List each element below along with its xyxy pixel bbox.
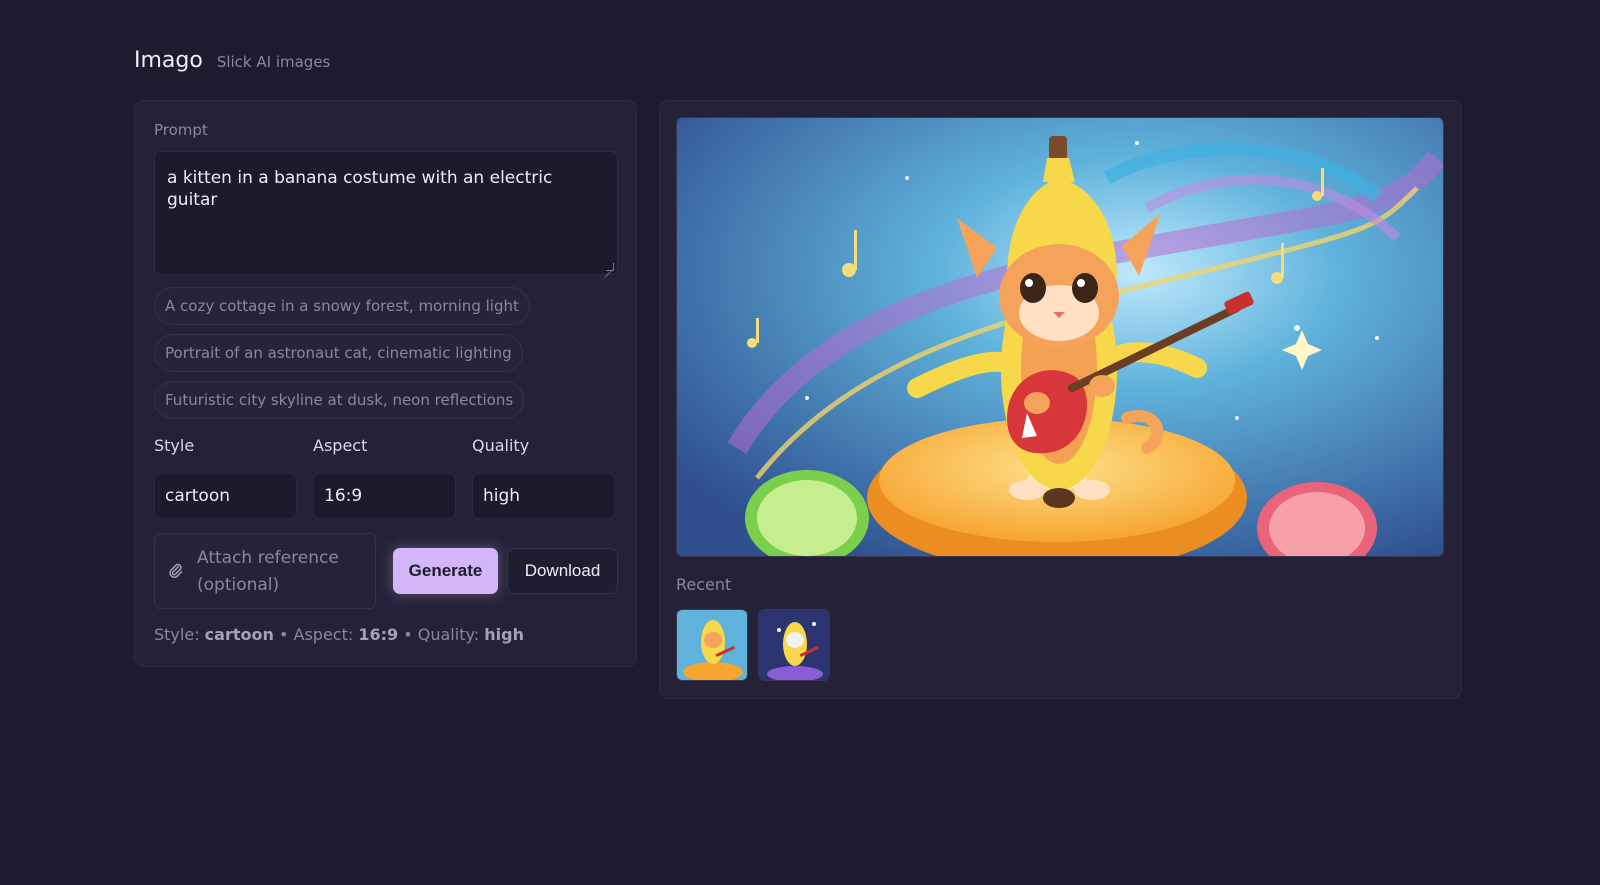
summary-style-value: cartoon [204,625,274,644]
app-subtitle: Slick AI images [216,53,331,71]
summary-style-key: Style: [154,625,200,644]
generate-button[interactable]: Generate [393,548,498,594]
prompt-label: Prompt [154,121,208,139]
aspect-label: Aspect [313,436,368,455]
summary-separator: • [278,625,289,644]
summary-separator: • [403,625,413,644]
aspect-select[interactable]: 16:9 [313,473,456,519]
paperclip-icon [169,563,183,578]
attach-reference-label: Attach reference (optional) [197,548,339,595]
recent-thumbnail[interactable] [676,609,748,681]
style-label: Style [154,436,195,455]
preview-panel: Recent [659,100,1462,699]
style-select[interactable]: cartoon [154,473,297,519]
recent-label: Recent [676,575,732,594]
suggestion-chip[interactable]: A cozy cottage in a snowy forest, mornin… [154,287,530,325]
quality-label: Quality [472,436,530,455]
settings-summary: Style: cartoon • Aspect: 16:9 • Quality:… [154,625,524,644]
summary-quality-key: Quality: [417,625,480,644]
prompt-textarea[interactable]: a kitten in a banana costume with an ele… [154,151,618,275]
recent-thumbnail[interactable] [758,609,830,681]
suggestion-chip[interactable]: Portrait of an astronaut cat, cinematic … [154,334,523,372]
summary-quality-value: high [484,625,524,644]
download-button[interactable]: Download [507,548,618,594]
summary-aspect-key: Aspect: [293,625,354,644]
prompt-text: a kitten in a banana costume with an ele… [167,168,553,211]
generated-image[interactable] [676,117,1444,557]
summary-aspect-value: 16:9 [358,625,399,644]
app-title: Imago [134,48,203,73]
quality-select[interactable]: high [472,473,615,519]
attach-reference-button[interactable]: Attach reference (optional) [154,533,376,609]
suggestion-chip[interactable]: Futuristic city skyline at dusk, neon re… [154,381,525,419]
kitten-banana-guitar-illustration [677,118,1443,556]
app-header: Imago Slick AI images [134,48,330,73]
generator-panel: Prompt a kitten in a banana costume with… [134,100,637,667]
resize-grip-icon[interactable] [606,263,614,271]
